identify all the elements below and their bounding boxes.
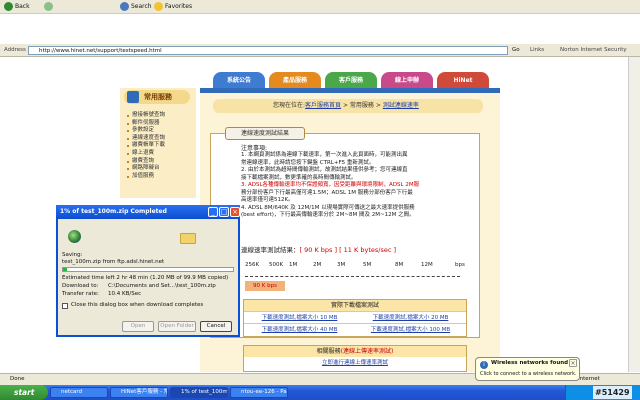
back-arrow-icon [4,2,13,11]
balloon-title: Wireless networks found [491,360,569,366]
notes-title: 注意事項: [241,145,268,152]
note-line: 高速率僅可達512K。 [241,197,294,203]
note-line: 4. ADSL 8M/640K 及 12M/1M 以現場實際可傳送之最大速率提供… [241,204,415,211]
scale-tick-label: 256K [245,262,260,268]
scale-tick-label: 500K [269,262,284,268]
download-to-label: Download to: [62,283,99,289]
speed-scale-line [245,276,460,277]
open-button[interactable]: Open [122,321,154,332]
download-20mb-link[interactable]: 下載速度測試,檔案大小 20 MB [355,312,466,323]
sidebar-item[interactable]: 線上退費 [126,150,196,158]
balloon-close-icon[interactable]: × [569,359,577,367]
tab-divider [200,88,500,93]
scale-tick-label: 3M [337,262,346,268]
breadcrumb: 您現在位在:客戶服務首頁 > 常用服務 > 測試連線速率 [213,99,483,113]
table-row: 下載速度測試,檔案大小 10 MB 下載速度測試,檔案大小 20 MB [244,311,466,323]
vertical-scrollbar[interactable] [628,57,640,372]
forward-button[interactable] [44,2,55,12]
sidebar-item[interactable]: 參數設定 [126,127,196,135]
security-zone: Internet [578,376,600,382]
open-folder-button[interactable]: Open Folder [158,321,196,332]
services-icon [127,91,139,103]
speedtest-title: 連線速度測試結果 [225,127,305,140]
note-line: 1. 本網頁測試係為連線下載速率，第一次進入此頁面時，可能測出異 [241,152,408,158]
download-100mb-link[interactable]: 下載速度測試,檔案大小 100 MB [355,324,466,335]
speed-bar: 90 K bps [245,281,285,291]
speed-scale: 256K 500K 1M 2M 3M 5M 8M 12M bps [245,262,475,274]
sidebar-list: 撥接帳號查詢 郵件伺服器 參數設定 連線速度查詢 繳費帳單下載 線上退費 繳費查詢 網路障礙台… [126,112,196,180]
taskbar-task[interactable]: 1% of test_100m.zip... [170,387,228,398]
breadcrumb-home-link[interactable]: 客戶服務首頁 [305,102,341,109]
close-button[interactable]: × [230,207,240,217]
minimize-button[interactable]: _ [208,207,218,217]
scale-tick-label: 2M [313,262,322,268]
cancel-button[interactable]: Cancel [200,321,232,332]
notes-list: 1. 本網頁測試係為連線下載速率，第一次進入此頁面時，可能測出異 常連線速率，此時… [241,152,476,220]
note-line: 2. 由於本測試為超時間傳輸測試，故測試結果僅供參考；您可連線直 [241,167,408,173]
download-10mb-link[interactable]: 下載速度測試,檔案大小 10 MB [244,312,355,323]
scale-tick-label: 5M [363,262,372,268]
watermark-label: #51429 [593,386,632,399]
scale-tick-label: 8M [395,262,404,268]
related-title: 相關服務(連線上傳速率測試) [244,346,466,357]
related-services: 相關服務(連線上傳速率測試) 立即進行連線上傳速率測試 [243,345,467,372]
breadcrumb-current-link[interactable]: 測試連線速率 [383,102,419,109]
back-button[interactable]: Back [4,2,30,12]
saving-label: Saving: [62,252,83,258]
maximize-button[interactable]: □ [219,207,229,217]
sidebar-item[interactable]: 繳費帳單下載 [126,142,196,150]
favorites-button[interactable]: Favorites [154,2,192,12]
close-when-done-checkbox[interactable] [62,303,68,309]
download-40mb-link[interactable]: 下載速度測試,檔案大小 40 MB [244,324,355,335]
note-line: (best effort)，下行最高傳輸速率分於 2M~8M 間及 2M~12M… [241,212,415,218]
sidebar-item[interactable]: 撥接帳號查詢 [126,112,196,120]
transfer-rate-label: Transfer rate: [62,291,99,297]
estimated-time: Estimated time left 2 hr 48 min (1.20 MB… [62,275,229,281]
go-button[interactable]: Go [512,45,520,55]
speed-result: 連線速率測試結果：[ 90 K bps ] [ 11 K bytes/sec ] [241,246,397,254]
download-test-title: 實際下載檔案測試 [244,300,466,311]
table-row: 下載速度測試,檔案大小 40 MB 下載速度測試,檔案大小 100 MB [244,323,466,335]
status-text: Done [10,376,25,382]
speed-result-value: [ 90 K bps ] [ 11 K bytes/sec ] [299,246,397,254]
close-when-done-label: Close this dialog box when download comp… [71,302,204,308]
scale-tick-label: 1M [289,262,298,268]
sidebar-item[interactable]: 加值服務 [126,173,196,181]
globe-icon [68,230,81,243]
search-icon [120,2,129,11]
download-progress-bar [62,267,234,272]
saving-value: test_100m.zip from ftp.adsl.hinet.net [62,259,165,265]
download-test-table: 實際下載檔案測試 下載速度測試,檔案大小 10 MB 下載速度測試,檔案大小 2… [243,299,467,337]
download-progress-fill [63,268,67,271]
taskbar-task[interactable]: HiNet客戶服務 - 常... [110,387,168,398]
note-line: 常連線速率，此時請您按下鍵盤 CTRL+F5 重新測試。 [241,159,375,166]
search-button[interactable]: Search [120,2,152,12]
transfer-rate-value: 10.4 KB/Sec [108,291,142,297]
forward-arrow-icon [44,2,53,11]
scale-tick-label: 12M [421,262,433,268]
info-icon: i [480,361,488,369]
sidebar-item[interactable]: 網路障礙台 [126,165,196,173]
norton-toolbar[interactable]: Norton Internet Security [560,46,627,55]
taskbar-task[interactable]: ntou-ee-126 - Paint [230,387,288,398]
start-button[interactable]: start [0,385,48,400]
balloon-body: Click to connect to a wireless network. [480,371,577,377]
note-line: 接下載檔案測試，數更準確的長時間傳輸測試。 [241,174,357,181]
star-icon [154,2,163,11]
url-input[interactable]: http://www.hinet.net/support/testspeed.h… [28,46,508,55]
address-label: Address [4,47,26,53]
upload-test-link[interactable]: 立即進行連線上傳速率測試 [244,357,466,369]
links-button[interactable]: Links [530,46,544,55]
download-to-value: C:\Documents and Set...\test_100m.zip [108,283,216,289]
note-line: 務分部份客戶下行最高僅可達1.5M；ADSL 1M 服務分部份客戶下行最 [241,189,413,196]
browser-toolbar: Back Search Favorites [0,0,640,14]
folder-icon [180,233,196,244]
taskbar-task[interactable]: netcard [50,387,108,398]
note-line: 3. ADSL各種傳輸速率均不保證頻寬，因受距離與環境限制，ADSL 2M服 [241,182,420,188]
scale-tick-label: bps [455,262,465,268]
